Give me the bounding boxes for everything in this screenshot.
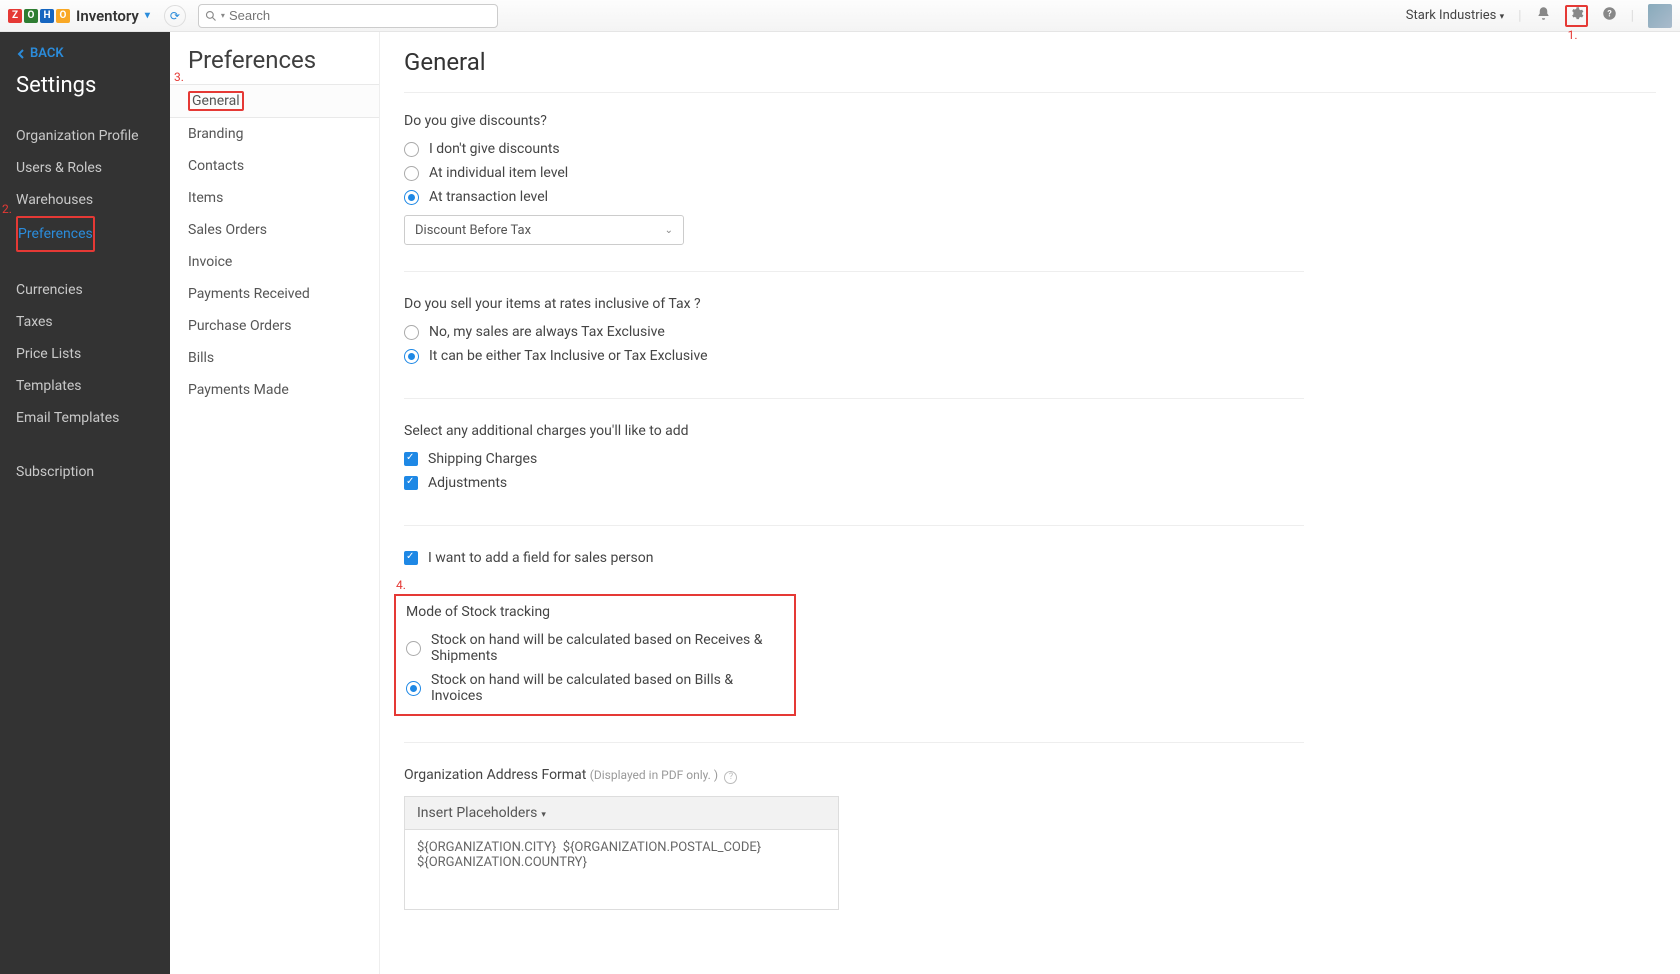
discount-opt-none-radio[interactable]	[404, 142, 419, 157]
sidebar-title: Settings	[16, 73, 154, 98]
back-button[interactable]: BACK	[16, 46, 154, 61]
addr-format-label: Organization Address Format (Displayed i…	[404, 767, 1304, 784]
sidebar-item-warehouses[interactable]: Warehouses	[16, 184, 154, 216]
pref-tab-invoice[interactable]: Invoice	[170, 246, 379, 278]
sidebar-item-templates[interactable]: Templates	[16, 370, 154, 402]
tax-opt-either-radio[interactable]	[404, 349, 419, 364]
sidebar-item-users-roles[interactable]: Users & Roles	[16, 152, 154, 184]
search-icon	[205, 10, 217, 22]
brand-caret-icon[interactable]: ▾	[145, 10, 150, 21]
refresh-icon: ⟳	[170, 9, 180, 23]
pref-tab-sales-orders[interactable]: Sales Orders	[170, 214, 379, 246]
sidebar-item-price-lists[interactable]: Price Lists	[16, 338, 154, 370]
salesperson-label: I want to add a field for sales person	[428, 550, 653, 566]
tax-question: Do you sell your items at rates inclusiv…	[404, 296, 1304, 312]
stock-question: Mode of Stock tracking	[406, 604, 784, 620]
tax-opt-exclusive-label: No, my sales are always Tax Exclusive	[429, 324, 665, 340]
discount-opt-item-label: At individual item level	[429, 165, 568, 181]
pref-tab-payments-received[interactable]: Payments Received	[170, 278, 379, 310]
sidebar-item-org-profile[interactable]: Organization Profile	[16, 120, 154, 152]
chevron-down-icon: ⌄	[665, 225, 673, 236]
adjustments-checkbox[interactable]	[404, 476, 418, 490]
sidebar-item-currencies[interactable]: Currencies	[16, 274, 154, 306]
discount-opt-transaction-radio[interactable]	[404, 190, 419, 205]
discount-opt-none-label: I don't give discounts	[429, 141, 560, 157]
tax-opt-either-label: It can be either Tax Inclusive or Tax Ex…	[429, 348, 708, 364]
annotation-3: 3.	[174, 70, 184, 84]
adjustments-label: Adjustments	[428, 475, 507, 491]
org-name: Stark Industries	[1406, 8, 1497, 23]
charges-question: Select any additional charges you'll lik…	[404, 423, 1304, 439]
search-input[interactable]	[229, 8, 491, 23]
sidebar-item-email-templates[interactable]: Email Templates	[16, 402, 154, 434]
org-switcher[interactable]: Stark Industries ▾	[1406, 8, 1504, 23]
app-logo[interactable]: ZOHO Inventory ▾	[8, 7, 150, 25]
svg-text:?: ?	[1607, 10, 1612, 20]
search-scope-caret-icon[interactable]: ▾	[221, 11, 225, 20]
annotation-4: 4.	[396, 578, 406, 592]
tax-opt-exclusive-radio[interactable]	[404, 325, 419, 340]
pref-tab-items[interactable]: Items	[170, 182, 379, 214]
sidebar-item-preferences[interactable]: Preferences	[16, 216, 95, 252]
help-tooltip-icon[interactable]: ?	[724, 771, 737, 784]
address-format-textarea[interactable]: ${ORGANIZATION.CITY} ${ORGANIZATION.POST…	[404, 830, 839, 910]
shipping-charges-label: Shipping Charges	[428, 451, 537, 467]
addr-format-sublabel: (Displayed in PDF only. )	[590, 768, 718, 782]
insert-placeholders-button[interactable]: Insert Placeholders ▾	[404, 796, 839, 830]
pref-tab-contacts[interactable]: Contacts	[170, 150, 379, 182]
shipping-charges-checkbox[interactable]	[404, 452, 418, 466]
insert-placeholders-label: Insert Placeholders	[417, 805, 537, 821]
discount-opt-item-radio[interactable]	[404, 166, 419, 181]
discount-tax-select-value: Discount Before Tax	[415, 223, 531, 238]
annotation-1: 1.	[1568, 28, 1578, 42]
help-icon[interactable]: ?	[1602, 6, 1617, 25]
stock-opt-receives-label: Stock on hand will be calculated based o…	[431, 632, 784, 664]
pref-tab-bills[interactable]: Bills	[170, 342, 379, 374]
caret-down-icon: ▾	[541, 810, 546, 820]
pref-tab-branding[interactable]: Branding	[170, 118, 379, 150]
discount-tax-select[interactable]: Discount Before Tax ⌄	[404, 215, 684, 245]
pref-tab-general[interactable]: General	[170, 84, 379, 118]
org-caret-icon: ▾	[1500, 12, 1505, 22]
pref-col-title: Preferences	[170, 46, 379, 84]
stock-opt-bills-radio[interactable]	[406, 681, 421, 696]
user-avatar[interactable]	[1648, 4, 1672, 28]
annotation-2: 2.	[2, 202, 12, 216]
pref-tab-purchase-orders[interactable]: Purchase Orders	[170, 310, 379, 342]
stock-opt-bills-label: Stock on hand will be calculated based o…	[431, 672, 784, 704]
stock-opt-receives-radio[interactable]	[406, 641, 421, 656]
discount-opt-transaction-label: At transaction level	[429, 189, 548, 205]
back-label: BACK	[30, 46, 64, 61]
pref-tab-payments-made[interactable]: Payments Made	[170, 374, 379, 406]
discounts-question: Do you give discounts?	[404, 113, 1304, 129]
brand-name: Inventory	[76, 7, 139, 25]
notifications-icon[interactable]	[1536, 6, 1551, 25]
sidebar-item-subscription[interactable]: Subscription	[16, 456, 154, 488]
chevron-left-icon	[16, 49, 26, 59]
search-box[interactable]: ▾	[198, 4, 498, 28]
salesperson-checkbox[interactable]	[404, 551, 418, 565]
refresh-button[interactable]: ⟳	[164, 5, 186, 27]
settings-gear-icon[interactable]	[1565, 5, 1588, 27]
sidebar-item-taxes[interactable]: Taxes	[16, 306, 154, 338]
page-title: General	[404, 48, 1656, 93]
